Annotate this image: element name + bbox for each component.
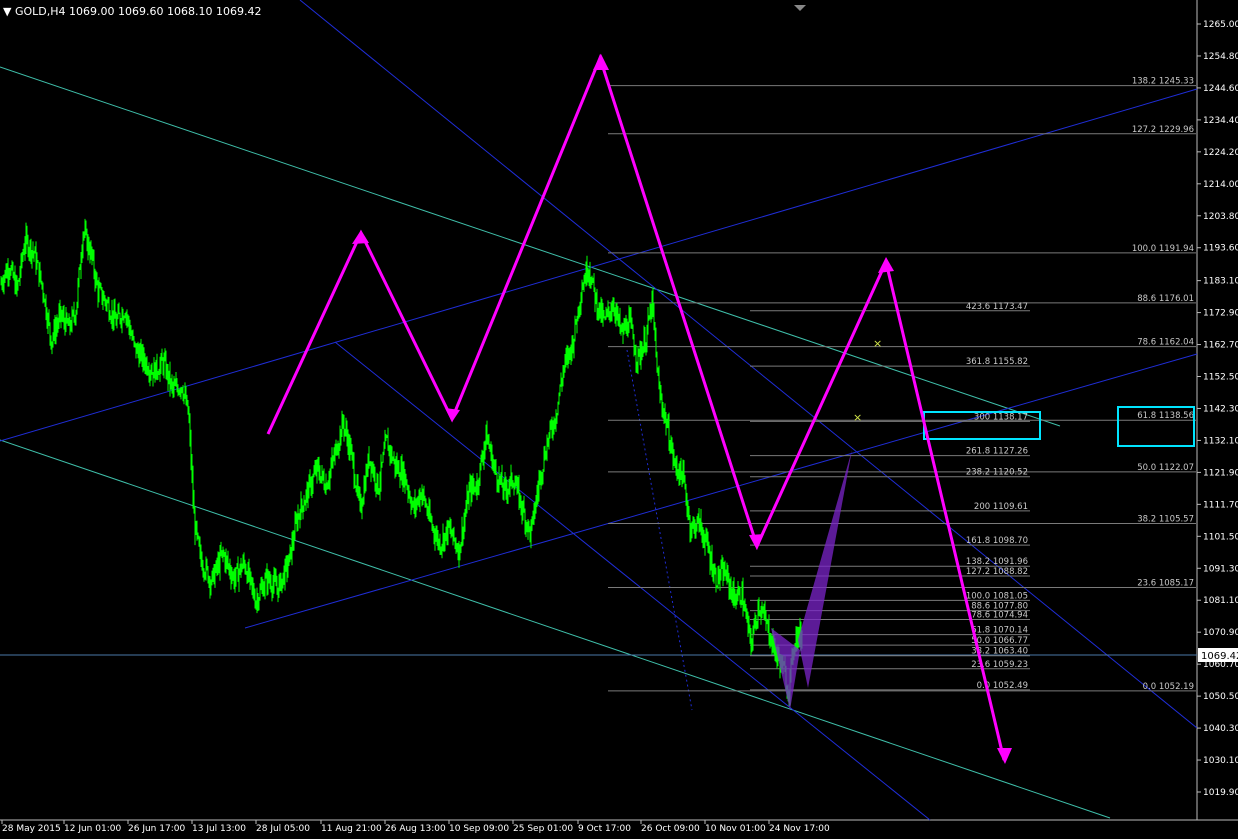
fibo-level-label: 127.2 1229.96 (1132, 125, 1194, 135)
x-tick-label: 26 Oct 09:00 (641, 824, 700, 834)
y-tick-label: 1081.10 (1203, 596, 1238, 606)
x-tick-label: 10 Nov 01:00 (705, 824, 766, 834)
x-tick-label: 28 Jul 05:00 (256, 824, 310, 834)
fibo-ext-label: 100.0 1081.05 (966, 591, 1028, 601)
price-series (0, 218, 803, 706)
arrow-head-icon (997, 748, 1012, 764)
fibo-ext-label: 238.2 1120.52 (966, 468, 1028, 478)
price-axis[interactable]: 1265.00 1254.80 1244.60 1234.40 1224.20 1214.… (1197, 20, 1238, 798)
y-tick-label: 1183.10 (1203, 277, 1238, 287)
fibo-ext-label: 78.6 1074.94 (971, 611, 1028, 621)
y-tick-label: 1050.50 (1203, 692, 1238, 702)
fibo-ext-label: 423.6 1173.47 (966, 302, 1028, 312)
fibo-level-label: 38.2 1105.57 (1137, 515, 1194, 525)
fibo-ext-label: 200 1109.61 (974, 502, 1028, 512)
fibo-ext-label: 127.2 1088.82 (966, 567, 1028, 577)
fibo-ext-label: 161.8 1098.70 (966, 536, 1028, 546)
x-tick-label: 11 Aug 21:00 (321, 824, 382, 834)
y-tick-label: 1214.00 (1203, 180, 1238, 190)
y-tick-label: 1091.30 (1203, 564, 1238, 574)
y-tick-label: 1152.50 (1203, 373, 1238, 383)
x-tick-label: 26 Jun 17:00 (128, 824, 185, 834)
arrow-head-icon (445, 408, 460, 422)
blue-channel-lower[interactable] (244, 353, 1198, 629)
time-axis[interactable]: 28 May 2015 12 Jun 01:00 26 Jun 17:00 13 Ju… (1, 820, 830, 834)
aqua-channel-lower[interactable] (0, 439, 1111, 819)
y-tick-label: 1070.90 (1203, 628, 1238, 638)
fibonacci-extension[interactable]: 423.6 1173.47 361.8 1155.82 300 1138.17 261… (750, 302, 1030, 691)
fibo-level-label: 88.6 1176.01 (1137, 294, 1194, 304)
arrow-head-icon (352, 230, 369, 244)
y-tick-label: 1019.90 (1203, 788, 1238, 798)
fibo-level-label: 23.6 1085.17 (1137, 578, 1194, 588)
x-tick-label: 25 Sep 01:00 (513, 824, 573, 834)
fibo-level-label: 61.8 1138.56 (1137, 411, 1194, 421)
y-tick-label: 1203.80 (1203, 212, 1238, 222)
y-tick-label: 1265.00 (1203, 20, 1238, 30)
x-tick-label: 13 Jul 13:00 (192, 824, 246, 834)
y-tick-label: 1234.40 (1203, 116, 1238, 126)
cross-marker-icon: × (853, 411, 862, 424)
y-tick-label: 1244.60 (1203, 84, 1238, 94)
fibo-level-label: 78.6 1162.04 (1137, 338, 1194, 348)
fibonacci-retracement[interactable]: 138.2 1245.33 127.2 1229.96 100.0 1191.94 8… (608, 77, 1196, 692)
y-tick-label: 1224.20 (1203, 148, 1238, 158)
cross-marker-icon: × (873, 337, 882, 350)
fibo-ext-label: 300 1138.17 (974, 412, 1028, 422)
arrow-head-icon (593, 54, 609, 70)
blue-descending-line-2[interactable] (334, 341, 931, 821)
harmonic-pattern-triangle-2[interactable] (798, 450, 852, 688)
y-tick-label: 1254.80 (1203, 52, 1238, 62)
fibo-ext-label: 261.8 1127.26 (966, 447, 1028, 457)
y-tick-label: 1101.50 (1203, 532, 1238, 542)
x-tick-label: 24 Nov 17:00 (769, 824, 830, 834)
y-tick-label: 1111.70 (1203, 500, 1238, 510)
x-tick-label: 9 Oct 17:00 (578, 824, 631, 834)
fibo-ext-label: 361.8 1155.82 (966, 357, 1028, 367)
arrow-head-icon (749, 534, 764, 550)
y-tick-label: 1132.10 (1203, 436, 1238, 446)
arrow-head-icon (878, 257, 894, 273)
y-tick-label: 1142.30 (1203, 404, 1238, 414)
fibo-level-label: 0.0 1052.19 (1143, 682, 1194, 692)
fibo-ext-label: 50.0 1066.77 (971, 636, 1028, 646)
trend-lines (0, 0, 1198, 821)
fibo-ext-label: 138.2 1091.96 (966, 557, 1028, 567)
y-tick-label: 1030.10 (1203, 756, 1238, 766)
x-tick-label: 26 Aug 13:00 (385, 824, 446, 834)
chart-shift-marker-icon[interactable] (794, 5, 806, 11)
fibo-ext-label: 61.8 1070.14 (971, 626, 1028, 636)
y-tick-label: 1193.60 (1203, 244, 1238, 254)
symbol-title: ▼ GOLD,H4 1069.00 1069.60 1068.10 1069.4… (3, 5, 262, 18)
price-chart[interactable]: 138.2 1245.33 127.2 1229.96 100.0 1191.94 8… (0, 0, 1238, 839)
y-tick-label: 1172.90 (1203, 309, 1238, 319)
y-tick-label: 1162.70 (1203, 341, 1238, 351)
dotted-trend-line[interactable] (626, 349, 693, 711)
x-tick-label: 28 May 2015 (2, 824, 61, 834)
fibo-level-label: 138.2 1245.33 (1132, 77, 1194, 87)
y-tick-label: 1121.90 (1203, 468, 1238, 478)
fibo-level-label: 100.0 1191.94 (1132, 244, 1194, 254)
current-price-value: 1069.42 (1201, 651, 1238, 662)
x-tick-label: 12 Jun 01:00 (64, 824, 121, 834)
x-tick-label: 10 Sep 09:00 (449, 824, 509, 834)
y-tick-label: 1040.30 (1203, 724, 1238, 734)
fibo-level-label: 50.0 1122.07 (1137, 463, 1194, 473)
